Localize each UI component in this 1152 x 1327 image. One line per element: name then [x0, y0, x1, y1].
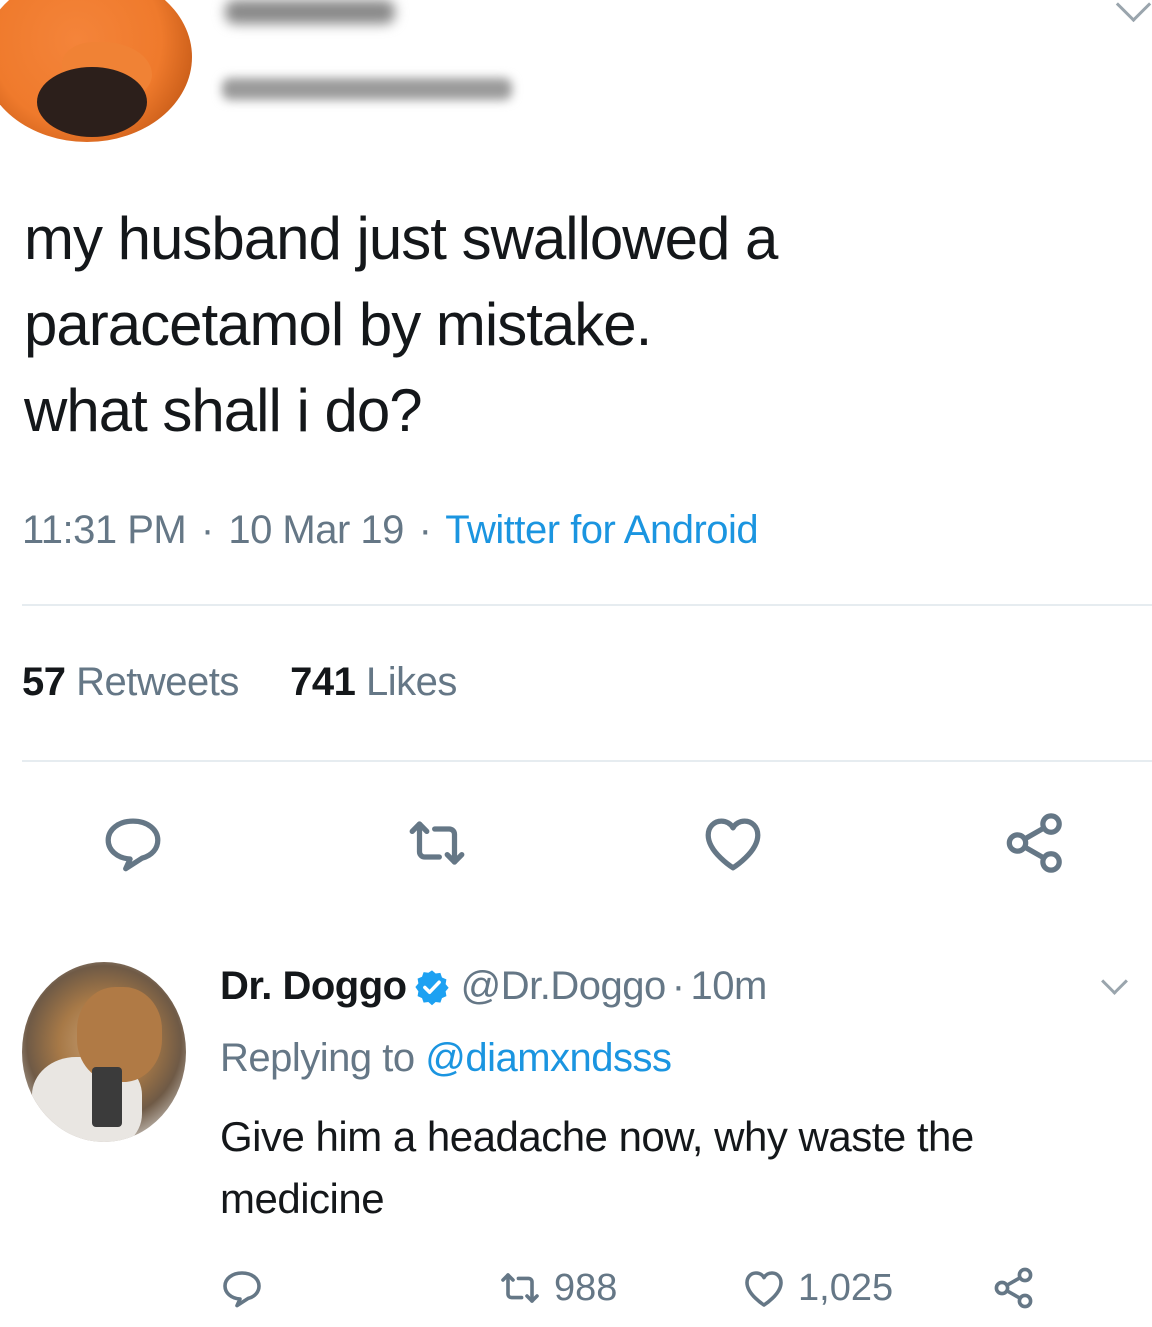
tweet-text-line: paracetamol by mistake. — [24, 291, 652, 358]
author-avatar[interactable] — [0, 0, 192, 142]
reply-author-avatar[interactable] — [22, 962, 186, 1142]
author-handle-redacted — [222, 78, 512, 100]
tweet-source-link[interactable]: Twitter for Android — [445, 508, 758, 552]
tweet-text: my husband just swallowed a paracetamol … — [24, 196, 778, 454]
tweet-meta: 11:31 PM · 10 Mar 19 · Twitter for Andro… — [22, 508, 759, 553]
replying-prefix: Replying to — [220, 1036, 415, 1080]
tweet-stats: 57 Retweets 741 Likes — [22, 660, 457, 705]
reply-header: Dr. Doggo @Dr.Doggo · 10m — [220, 964, 767, 1009]
reply-icon[interactable] — [98, 808, 168, 878]
tweet-text-line: my husband just swallowed a — [24, 205, 778, 272]
share-icon[interactable] — [1000, 808, 1070, 878]
replying-mention-link[interactable]: @diamxndsss — [425, 1036, 672, 1080]
chevron-down-icon[interactable] — [1115, 0, 1152, 23]
like-label: Likes — [366, 660, 457, 704]
avatar-shape — [92, 1067, 122, 1127]
reply-author-name[interactable]: Dr. Doggo — [220, 964, 407, 1009]
likes-stat[interactable]: 741 Likes — [290, 660, 457, 704]
reply-like-button[interactable]: 1,025 — [740, 1264, 893, 1312]
replying-to: Replying to @diamxndsss — [220, 1036, 672, 1081]
reply-text-line: medicine — [220, 1175, 385, 1222]
reply-reply-button[interactable] — [218, 1264, 276, 1312]
retweet-icon[interactable] — [402, 808, 472, 878]
reply-author-handle[interactable]: @Dr.Doggo — [461, 964, 667, 1009]
heart-icon — [745, 1271, 783, 1307]
chevron-down-icon[interactable] — [1101, 968, 1128, 995]
retweet-icon — [501, 1273, 539, 1303]
share-icon — [994, 1267, 1033, 1309]
heart-icon[interactable] — [698, 808, 768, 878]
author-name-redacted — [225, 0, 395, 24]
retweet-count: 57 — [22, 660, 66, 704]
tweet-date[interactable]: 10 Mar 19 — [228, 508, 404, 552]
retweets-stat[interactable]: 57 Retweets — [22, 660, 239, 704]
reply-share-button[interactable] — [990, 1264, 1048, 1312]
reply-retweet-button[interactable]: 988 — [496, 1264, 617, 1312]
reply-time[interactable]: 10m — [691, 964, 768, 1009]
separator: · — [200, 508, 214, 552]
retweet-label: Retweets — [76, 660, 239, 704]
avatar-shape-dark — [37, 67, 147, 137]
tweet-text-line: what shall i do? — [24, 377, 423, 444]
reply-like-count: 1,025 — [798, 1266, 894, 1309]
reply-text: Give him a headache now, why waste the m… — [220, 1106, 974, 1230]
reply-icon — [223, 1271, 261, 1308]
separator: · — [671, 964, 685, 1008]
divider — [22, 760, 1152, 762]
separator: · — [418, 508, 432, 552]
tweet-time[interactable]: 11:31 PM — [22, 508, 187, 552]
reply-retweet-count: 988 — [554, 1266, 618, 1309]
reply-text-line: Give him a headache now, why waste the — [220, 1113, 974, 1160]
like-count: 741 — [290, 660, 356, 704]
divider — [22, 604, 1152, 606]
verified-badge-icon — [414, 969, 449, 1005]
